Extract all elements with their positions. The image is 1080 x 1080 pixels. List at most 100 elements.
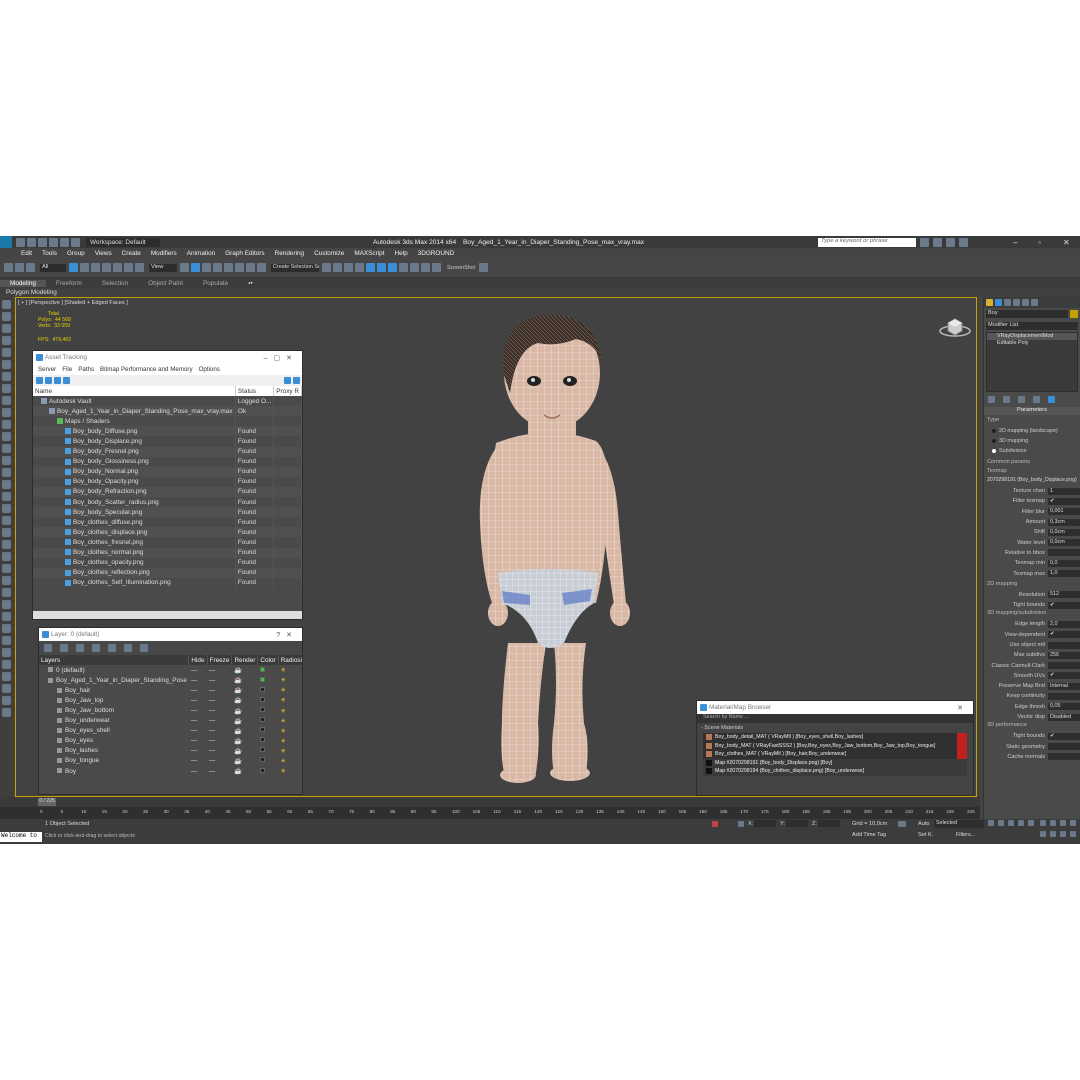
menu-animation[interactable]: Animation (187, 250, 215, 257)
unhide-icon[interactable] (2, 696, 11, 705)
layer-row[interactable]: Boy_tongue — — ☕ ☀ (39, 756, 302, 766)
layer-col-render[interactable]: Render (231, 655, 259, 666)
menu-graph-editors[interactable]: Graph Editors (225, 250, 264, 257)
param-value-field[interactable]: Disabled (1048, 713, 1080, 721)
stack-item[interactable]: VRayDisplacementMod (987, 333, 1077, 340)
select-object-icon[interactable] (69, 263, 78, 272)
radiosity-toggle[interactable]: ☀ (278, 746, 302, 756)
hide-toggle[interactable]: — (189, 736, 207, 746)
asset-row[interactable]: Boy_clothes_fresnel.png Found (33, 537, 302, 548)
asset-menu-bitmap-performance-and-memory[interactable]: Bitmap Performance and Memory (100, 366, 193, 373)
stack-item[interactable]: Editable Poly (987, 340, 1077, 347)
hide-toggle[interactable]: — (189, 766, 207, 776)
asset-row[interactable]: Boy_clothes_displace.png Found (33, 527, 302, 538)
ribbon-tab-populate[interactable]: Populate (193, 280, 238, 287)
layer-row[interactable]: Boy_Aged_1_Year_in_Diaper_Standing_Pose —… (39, 675, 302, 685)
pin-stack-icon[interactable] (988, 396, 995, 403)
asset-col-status[interactable]: Status (235, 386, 275, 397)
freeze-toggle[interactable]: — (207, 665, 232, 675)
asset-col-name[interactable]: Name (33, 386, 236, 397)
named-selection-set-dropdown[interactable]: Create Selection Se (271, 263, 319, 272)
group-icon[interactable] (2, 552, 11, 561)
snapshot-icon[interactable] (2, 588, 11, 597)
help-icon[interactable] (959, 237, 968, 247)
asset-row[interactable]: Boy_Aged_1_Year_in_Diaper_Standing_Pose_… (33, 406, 302, 417)
layer-col-layers[interactable]: Layers (39, 655, 190, 666)
display-tab-icon[interactable] (1022, 299, 1029, 306)
type-radio[interactable]: 2D mapping (landscape) (984, 426, 1080, 436)
go-to-end-icon[interactable] (1028, 820, 1034, 826)
next-frame-icon[interactable] (1018, 820, 1024, 826)
system-icon[interactable] (2, 456, 11, 465)
viewcube-icon[interactable] (938, 314, 972, 338)
render-toggle[interactable]: ☕ (232, 675, 258, 685)
asset-row[interactable]: Boy_body_Diffuse.png Found (33, 426, 302, 437)
camera-match-icon[interactable] (2, 648, 11, 657)
render-toggle[interactable]: ☕ (232, 726, 258, 736)
space-warp-icon[interactable] (2, 420, 11, 429)
menu-customize[interactable]: Customize (314, 250, 344, 257)
param-value-field[interactable]: 1 (1048, 487, 1080, 495)
new-file-icon[interactable] (16, 237, 25, 247)
material-search-input[interactable]: Search by Name ... (697, 714, 973, 723)
asset-row[interactable]: Maps / Shaders (33, 416, 302, 427)
menu-edit[interactable]: Edit (21, 250, 32, 257)
freeze-toggle[interactable]: — (207, 726, 232, 736)
screenshot-icon[interactable] (432, 263, 441, 272)
freeze-toggle[interactable]: — (207, 685, 232, 695)
star-icon[interactable] (946, 237, 955, 247)
scene-materials-header[interactable]: - Scene Materials (697, 725, 973, 733)
render-toggle[interactable]: ☕ (232, 716, 258, 726)
render-icon[interactable] (2, 480, 11, 489)
spinner-snap-icon[interactable] (246, 263, 255, 272)
key-filters-button[interactable]: Filters... (956, 832, 975, 838)
z-coordinate-field[interactable] (818, 820, 840, 827)
zoom-extents-icon[interactable] (1060, 820, 1066, 826)
radiosity-toggle[interactable]: ☀ (278, 665, 302, 675)
radiosity-toggle[interactable]: ☀ (278, 675, 302, 685)
asset-row[interactable]: Boy_body_Refraction.png Found (33, 486, 302, 498)
asset-row[interactable]: Boy_body_Normal.png Found (33, 466, 302, 477)
ribbon-options-icon[interactable]: ▪• (238, 280, 263, 287)
hide-toggle[interactable]: — (189, 726, 207, 736)
param-value-field[interactable]: 512 (1048, 591, 1080, 599)
freeze-icon[interactable] (2, 684, 11, 693)
radiosity-toggle[interactable]: ☀ (278, 685, 302, 695)
tree-view-icon[interactable] (54, 377, 61, 384)
mirror-icon[interactable] (2, 600, 11, 609)
hide-toggle[interactable]: — (189, 685, 207, 695)
hide-toggle[interactable]: — (189, 756, 207, 766)
layer-col-freeze[interactable]: Freeze (207, 655, 233, 666)
color-swatch[interactable] (258, 756, 278, 766)
freeze-all-icon[interactable] (140, 644, 148, 652)
add-to-layer-icon[interactable] (76, 644, 84, 652)
utilities-tab-icon[interactable] (1031, 299, 1038, 306)
param-value-field[interactable] (1048, 662, 1080, 670)
menu-rendering[interactable]: Rendering (275, 250, 305, 257)
y-coordinate-field[interactable] (786, 820, 808, 827)
select-by-name-icon[interactable] (80, 263, 89, 272)
render-toggle[interactable]: ☕ (232, 685, 258, 695)
subscription-icon[interactable] (933, 237, 942, 247)
param-value-field[interactable] (1048, 743, 1080, 751)
ribbon-tab-object-paint[interactable]: Object Paint (138, 280, 193, 287)
pan-icon[interactable] (1050, 831, 1056, 837)
asset-row[interactable]: Boy_body_Displace.png Found (33, 436, 302, 447)
param-value-field[interactable]: Internal (1048, 682, 1080, 690)
layer-row[interactable]: Boy_underwear — — ☕ ☀ (39, 716, 302, 726)
modify-tab-icon[interactable] (995, 299, 1002, 306)
hide-toggle[interactable]: — (189, 675, 207, 685)
param-value-field[interactable]: 0,001 (1048, 508, 1080, 516)
hide-icon[interactable] (2, 672, 11, 681)
set-key-button[interactable]: Set K. (918, 832, 933, 838)
make-unique-icon[interactable] (1018, 396, 1025, 403)
material-map-browser[interactable]: Material/Map Browser ✕ Search by Name ...… (696, 700, 974, 796)
freeze-toggle[interactable]: — (207, 716, 232, 726)
ribbon-tab-selection[interactable]: Selection (92, 280, 138, 287)
redo-icon[interactable] (60, 237, 69, 247)
param-value-field[interactable] (1048, 641, 1080, 649)
hide-toggle[interactable]: — (189, 746, 207, 756)
x-coordinate-field[interactable] (754, 820, 776, 827)
screenshot-label[interactable]: ScreenShot (447, 265, 475, 271)
freeze-toggle[interactable]: — (207, 675, 232, 685)
